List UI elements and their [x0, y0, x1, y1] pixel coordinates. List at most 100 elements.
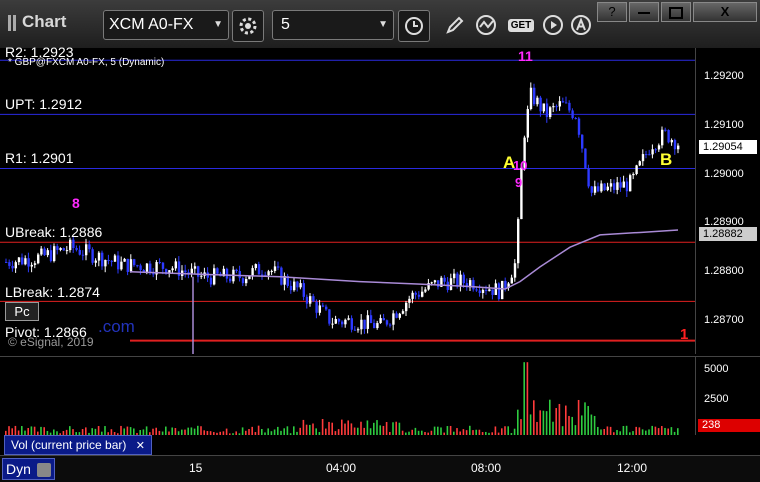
- volume-bar: [190, 427, 193, 435]
- volume-bar: [670, 427, 673, 435]
- volume-bar: [411, 429, 413, 435]
- dyn-badge[interactable]: Dyn: [2, 458, 55, 480]
- volume-bar: [254, 432, 257, 435]
- candle-body: [136, 265, 139, 267]
- volume-tick: 5000: [704, 363, 729, 375]
- volume-bar: [619, 431, 621, 435]
- candle-body: [670, 140, 673, 143]
- candle-body: [491, 289, 494, 295]
- help-icon: ?: [608, 4, 616, 19]
- volume-bar: [369, 428, 372, 435]
- volume-bar: [241, 427, 244, 435]
- candle-body: [510, 277, 513, 284]
- volume-bar: [641, 429, 644, 435]
- candle-body: [78, 249, 81, 255]
- candle-body: [139, 265, 142, 271]
- volume-bar: [232, 433, 234, 435]
- maximize-window-button[interactable]: [661, 2, 691, 22]
- volume-bar: [523, 362, 525, 435]
- candle-body: [277, 266, 280, 268]
- volume-bar: [248, 429, 250, 435]
- candle-body: [43, 248, 46, 256]
- candle-body: [437, 280, 440, 287]
- volume-bar: [296, 431, 298, 435]
- candle-body: [145, 263, 149, 272]
- candle-body: [241, 278, 245, 284]
- candle-body: [405, 302, 408, 312]
- volume-bar: [635, 426, 637, 435]
- candle-body: [513, 263, 517, 278]
- volume-bar: [539, 410, 541, 435]
- pencil-icon: [446, 16, 464, 34]
- volume-bar: [536, 421, 538, 435]
- candle-body: [350, 318, 353, 330]
- candle-body: [5, 261, 8, 263]
- candle-body: [632, 173, 635, 176]
- volume-bar: [440, 427, 442, 435]
- candle-body: [318, 305, 321, 313]
- volume-bar: [283, 428, 285, 435]
- candle-body: [568, 102, 571, 111]
- candle-body: [273, 266, 277, 271]
- volume-label[interactable]: Vol (current price bar) ✕: [4, 435, 152, 455]
- candle-body: [677, 145, 680, 150]
- candle-body: [331, 323, 334, 325]
- candle-body: [171, 268, 174, 271]
- candle-body: [571, 110, 574, 119]
- close-icon[interactable]: ✕: [136, 440, 145, 452]
- interval-clock-button[interactable]: [398, 10, 430, 42]
- volume-bar: [427, 432, 429, 435]
- draw-tool-button[interactable]: [440, 10, 470, 40]
- symbol-selector[interactable]: XCM A0-FX ▼: [103, 10, 229, 40]
- candle-body: [344, 319, 347, 325]
- interval-selector[interactable]: 5 ▼: [272, 10, 394, 40]
- volume-bar: [161, 431, 164, 435]
- volume-pane[interactable]: [0, 356, 695, 435]
- minimize-window-button[interactable]: [629, 2, 659, 22]
- studies-button[interactable]: [472, 10, 502, 40]
- volume-label-text: Vol (current price bar): [11, 438, 127, 452]
- volume-bar: [43, 427, 45, 435]
- candle-body: [366, 315, 369, 329]
- candle-body: [216, 268, 219, 274]
- volume-axis[interactable]: 5000 2500 238: [695, 356, 760, 435]
- help-window-button[interactable]: ?: [597, 2, 627, 22]
- settings-gear-button[interactable]: [232, 10, 264, 42]
- volume-bar: [472, 430, 474, 435]
- candle-body: [94, 260, 97, 263]
- volume-bar: [270, 431, 273, 435]
- volume-bar: [603, 429, 605, 435]
- candle-body: [11, 265, 14, 269]
- price-axis[interactable]: 1.29200 1.29100 1.29000 1.28900 1.28800 …: [695, 48, 760, 354]
- pc-badge[interactable]: Pc: [5, 302, 39, 321]
- gear-icon: [239, 17, 257, 35]
- price-chart[interactable]: 8 11 A B 10 9 1 * GBP@FXCM A0-FX, 5 (Dynamic) …: [0, 44, 695, 354]
- volume-bar: [277, 426, 279, 435]
- candle-body: [248, 276, 251, 280]
- play-button[interactable]: [538, 10, 568, 40]
- alert-button[interactable]: [566, 10, 596, 40]
- volume-bar: [177, 431, 180, 435]
- candle-body: [161, 262, 165, 269]
- close-window-button[interactable]: X: [693, 2, 757, 22]
- volume-bar: [414, 427, 417, 435]
- candle-body: [40, 248, 43, 255]
- volume-bar: [347, 420, 349, 435]
- candle-body: [46, 250, 49, 256]
- get-data-button[interactable]: GET: [505, 10, 537, 40]
- candle-body: [584, 148, 587, 169]
- volume-bar: [657, 428, 660, 435]
- volume-bar: [11, 428, 13, 435]
- candle-body: [270, 270, 273, 272]
- candle-body: [424, 289, 427, 292]
- candle-body: [635, 165, 638, 174]
- volume-bar: [606, 426, 609, 435]
- level-label-r1: R1: 1.2901: [5, 150, 74, 166]
- volume-bar: [571, 416, 573, 435]
- volume-bar: [264, 432, 266, 435]
- candle-body: [309, 296, 312, 304]
- candle-body: [619, 182, 622, 188]
- candle-body: [117, 255, 120, 270]
- volume-bar: [424, 431, 426, 435]
- candle-body: [65, 250, 69, 252]
